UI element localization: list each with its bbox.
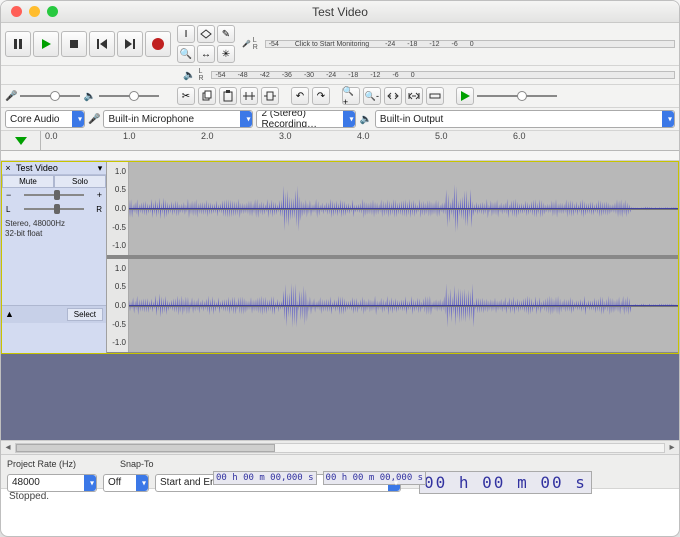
- playback-volume-slider[interactable]: [99, 95, 159, 97]
- zoom-out-button[interactable]: 🔍-: [363, 87, 381, 105]
- envelope-tool[interactable]: [197, 25, 215, 43]
- select-track-button[interactable]: Select: [67, 308, 103, 321]
- scrub-bar[interactable]: [1, 151, 679, 161]
- selection-end-time[interactable]: 00 h 00 m 00,000 s: [323, 471, 427, 485]
- tool-palette: I ✎ 🔍 ↔ ✳: [177, 25, 235, 63]
- copy-button[interactable]: [198, 87, 216, 105]
- snap-to-select[interactable]: Off▾: [103, 474, 149, 492]
- mic-icon: [5, 91, 17, 102]
- selection-tool[interactable]: I: [177, 25, 195, 43]
- project-rate-select[interactable]: 48000▾: [7, 474, 97, 492]
- speaker-icon: [359, 114, 371, 125]
- play-at-speed-button[interactable]: [456, 87, 474, 105]
- playback-meter[interactable]: -54-48-42-36-30-24-18-12-60: [211, 71, 675, 79]
- solo-button[interactable]: Solo: [54, 175, 106, 188]
- gain-slider[interactable]: − +: [2, 188, 106, 202]
- speaker-icon: 🔈: [183, 70, 195, 81]
- snap-to-label: Snap-To: [120, 459, 154, 469]
- waveform-channel-left[interactable]: [129, 162, 678, 255]
- zoom-tool[interactable]: 🔍: [177, 45, 195, 63]
- amplitude-scale: 1.00.50.0-0.5-1.0: [107, 259, 129, 352]
- track-name[interactable]: Test Video: [14, 162, 94, 174]
- fit-selection-button[interactable]: [384, 87, 402, 105]
- undo-button[interactable]: ↶: [291, 87, 309, 105]
- scrollbar-thumb[interactable]: [16, 444, 275, 452]
- pan-slider[interactable]: L R: [2, 202, 106, 216]
- mic-icon: 🎤: [242, 40, 251, 48]
- window-title: Test Video: [312, 5, 368, 19]
- scroll-right-button[interactable]: ▸: [665, 442, 679, 453]
- redo-button[interactable]: ↷: [312, 87, 330, 105]
- project-rate-label: Project Rate (Hz): [7, 459, 76, 469]
- selection-toolbar: Project Rate (Hz) Snap-To 48000▾ Off▾ St…: [1, 454, 679, 488]
- cut-button[interactable]: ✂: [177, 87, 195, 105]
- toolbar-row-3: ✂ ↶ ↷ 🔍+ 🔍-: [1, 85, 679, 108]
- timeline-ruler[interactable]: 0.0 1.0 2.0 3.0 4.0 5.0 6.0: [41, 131, 679, 151]
- zoom-toggle-button[interactable]: [426, 87, 444, 105]
- audio-host-select[interactable]: Core Audio▾: [5, 110, 85, 128]
- mic-icon: [88, 114, 100, 125]
- track-header: × Test Video ▾ Mute Solo − + L R Stereo,…: [2, 162, 107, 353]
- track-menu-button[interactable]: ▾: [94, 163, 106, 174]
- record-meter[interactable]: 🎤 LR -54Click to Start Monitoring-24-18-…: [242, 37, 675, 51]
- tracks-area: × Test Video ▾ Mute Solo − + L R Stereo,…: [1, 161, 679, 354]
- minimize-window-button[interactable]: [29, 6, 40, 17]
- skip-end-button[interactable]: [117, 31, 143, 57]
- zoom-in-button[interactable]: 🔍+: [342, 87, 360, 105]
- pause-button[interactable]: [5, 31, 31, 57]
- empty-track-space[interactable]: [1, 354, 679, 440]
- selection-start-time[interactable]: 00 h 00 m 00,000 s: [213, 471, 317, 485]
- device-toolbar: Core Audio▾ Built-in Microphone▾ 2 (Ster…: [1, 108, 679, 131]
- pin-icon[interactable]: [15, 137, 27, 145]
- scroll-left-button[interactable]: ◂: [1, 442, 15, 453]
- waveform-channel-right[interactable]: [129, 259, 678, 352]
- close-window-button[interactable]: [11, 6, 22, 17]
- fit-project-button[interactable]: [405, 87, 423, 105]
- horizontal-scrollbar[interactable]: ◂ ▸: [1, 440, 679, 454]
- stop-button[interactable]: [61, 31, 87, 57]
- close-track-button[interactable]: ×: [2, 163, 14, 173]
- track-bitdepth: 32-bit float: [5, 229, 103, 239]
- record-volume-slider[interactable]: [20, 95, 80, 97]
- amplitude-scale: 1.00.50.0-0.5-1.0: [107, 162, 129, 255]
- speaker-icon: [83, 91, 95, 102]
- paste-button[interactable]: [219, 87, 237, 105]
- audio-position[interactable]: 00 h 00 m 00 s: [419, 471, 592, 494]
- time-shift-tool[interactable]: ↔: [197, 45, 215, 63]
- silence-button[interactable]: [261, 87, 279, 105]
- mute-button[interactable]: Mute: [2, 175, 54, 188]
- trim-button[interactable]: [240, 87, 258, 105]
- maximize-window-button[interactable]: [47, 6, 58, 17]
- transport-controls: [5, 31, 171, 57]
- multi-tool[interactable]: ✳: [217, 45, 235, 63]
- draw-tool[interactable]: ✎: [217, 25, 235, 43]
- waveform-area[interactable]: 1.00.50.0-0.5-1.0 1.00.50.0-0.5-1.0: [107, 162, 678, 353]
- titlebar: Test Video: [1, 1, 679, 23]
- monitor-hint[interactable]: Click to Start Monitoring: [291, 41, 373, 48]
- collapse-track-button[interactable]: ▲: [5, 309, 14, 319]
- toolbar-row-1: I ✎ 🔍 ↔ ✳ 🎤 LR -54Click to Start Monitor…: [1, 23, 679, 66]
- record-button[interactable]: [145, 31, 171, 57]
- play-speed-slider[interactable]: [477, 95, 557, 97]
- input-device-select[interactable]: Built-in Microphone▾: [103, 110, 253, 128]
- input-channels-select[interactable]: 2 (Stereo) Recording…▾: [256, 110, 356, 128]
- skip-start-button[interactable]: [89, 31, 115, 57]
- track-format: Stereo, 48000Hz: [5, 219, 103, 229]
- play-button[interactable]: [33, 31, 59, 57]
- output-device-select[interactable]: Built-in Output▾: [375, 110, 675, 128]
- toolbar-row-2: 🔈 LR -54-48-42-36-30-24-18-12-60: [1, 66, 679, 85]
